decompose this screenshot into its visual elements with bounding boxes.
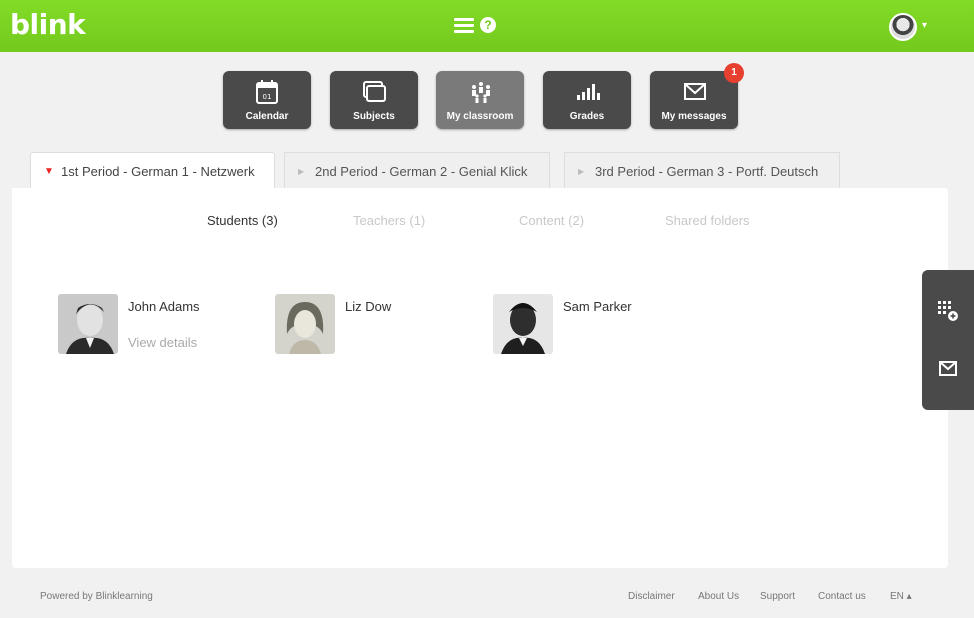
tab-label: 3rd Period - German 3 - Portf. Deutsch bbox=[595, 164, 819, 179]
app-launcher: 01 Calendar Subjects My classroom Grades bbox=[0, 63, 974, 131]
triangle-right-icon: ▶ bbox=[578, 167, 585, 176]
chevron-down-icon[interactable]: ▾ bbox=[922, 20, 927, 31]
student-photo bbox=[493, 294, 553, 354]
my-classroom-button[interactable]: My classroom bbox=[436, 71, 524, 129]
calendar-icon: 01 bbox=[256, 80, 278, 104]
footer-link-support[interactable]: Support bbox=[760, 591, 795, 602]
footer-link-about-us[interactable]: About Us bbox=[698, 591, 739, 602]
student-name[interactable]: Liz Dow bbox=[345, 299, 391, 314]
student-photo bbox=[275, 294, 335, 354]
hamburger-icon[interactable] bbox=[454, 18, 474, 34]
user-avatar[interactable] bbox=[889, 13, 917, 41]
top-bar: blink ? ▾ bbox=[0, 0, 974, 52]
triangle-down-icon: ▼ bbox=[44, 166, 54, 177]
my-messages-label: My messages bbox=[661, 111, 727, 122]
tab-1st-period[interactable]: ▼ 1st Period - German 1 - Netzwerk bbox=[30, 152, 275, 189]
calendar-label: Calendar bbox=[245, 111, 289, 122]
unread-badge: 1 bbox=[724, 63, 744, 83]
calendar-day: 01 bbox=[263, 93, 272, 101]
student-name[interactable]: John Adams bbox=[128, 299, 200, 314]
tab-shared-folders[interactable]: Shared folders bbox=[665, 213, 750, 228]
tab-content[interactable]: Content (2) bbox=[519, 213, 584, 228]
my-classroom-label: My classroom bbox=[446, 111, 514, 122]
student-photo bbox=[58, 294, 118, 354]
classroom-icon bbox=[472, 82, 490, 103]
subjects-label: Subjects bbox=[353, 111, 395, 122]
tab-2nd-period[interactable]: ▶ 2nd Period - German 2 - Genial Klick bbox=[284, 152, 550, 189]
classroom-panel: Students (3) Teachers (1) Content (2) Sh… bbox=[12, 188, 948, 568]
subjects-button[interactable]: Subjects bbox=[330, 71, 418, 129]
quick-actions-panel bbox=[922, 270, 974, 410]
grades-button[interactable]: Grades bbox=[543, 71, 631, 129]
grades-icon bbox=[577, 84, 600, 100]
triangle-right-icon: ▶ bbox=[298, 167, 305, 176]
envelope-icon bbox=[684, 83, 706, 100]
logo[interactable]: blink bbox=[10, 8, 86, 41]
grid-add-icon[interactable] bbox=[935, 298, 961, 324]
view-details-link[interactable]: View details bbox=[128, 335, 197, 350]
footer-link-contact-us[interactable]: Contact us bbox=[818, 591, 866, 602]
language-selector[interactable]: EN ▴ bbox=[890, 591, 912, 602]
tab-label: 2nd Period - German 2 - Genial Klick bbox=[315, 164, 528, 179]
tab-label: 1st Period - German 1 - Netzwerk bbox=[61, 164, 255, 179]
my-messages-button[interactable]: My messages 1 bbox=[650, 63, 744, 129]
powered-by-text: Powered by Blinklearning bbox=[40, 591, 153, 602]
tab-students[interactable]: Students (3) bbox=[207, 213, 278, 228]
tab-teachers[interactable]: Teachers (1) bbox=[353, 213, 425, 228]
subjects-icon bbox=[363, 81, 386, 102]
help-icon[interactable]: ? bbox=[480, 17, 496, 33]
footer-link-disclaimer[interactable]: Disclaimer bbox=[628, 591, 675, 602]
calendar-button[interactable]: 01 Calendar bbox=[223, 71, 311, 129]
student-name[interactable]: Sam Parker bbox=[563, 299, 632, 314]
envelope-icon[interactable] bbox=[935, 356, 961, 382]
tab-3rd-period[interactable]: ▶ 3rd Period - German 3 - Portf. Deutsch bbox=[564, 152, 840, 189]
grades-label: Grades bbox=[569, 111, 605, 122]
